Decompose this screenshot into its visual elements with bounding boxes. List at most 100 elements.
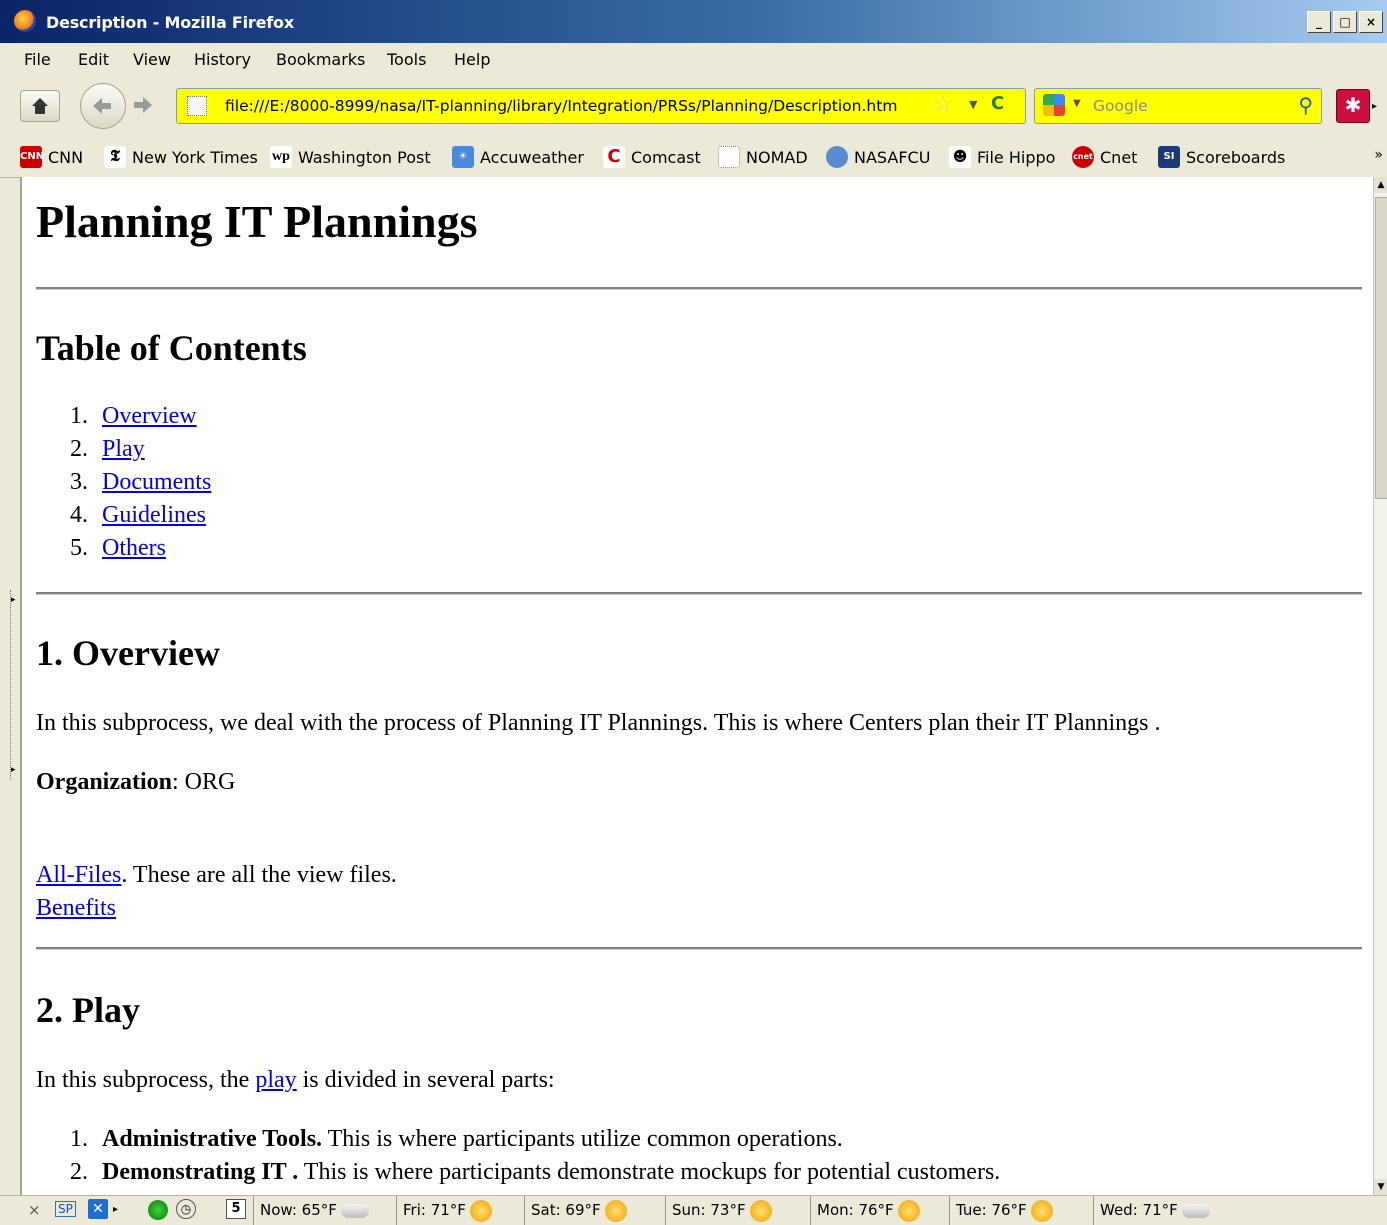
toc-link-others[interactable]: Others xyxy=(102,535,166,561)
weather-mon[interactable]: Mon: 76°F xyxy=(810,1196,920,1225)
xmarks-icon[interactable]: ✕ xyxy=(88,1199,108,1219)
sun-icon xyxy=(1030,1199,1053,1222)
reload-icon[interactable]: C xyxy=(991,93,1004,114)
toc-item: 3. Documents xyxy=(70,469,212,495)
search-input[interactable]: Google xyxy=(1093,97,1148,115)
forward-button[interactable] xyxy=(128,90,162,120)
toc-item: 1. Overview xyxy=(70,403,197,429)
bookmarks-overflow-icon[interactable]: » xyxy=(1374,147,1383,163)
vertical-scrollbar[interactable]: ▲ ▼ xyxy=(1373,177,1387,1195)
url-bar[interactable]: file:///E:/8000-8999/nasa/IT-planning/li… xyxy=(176,88,1026,124)
window-titlebar: Description - Mozilla Firefox _ □ × xyxy=(0,0,1387,43)
nomad-icon xyxy=(718,146,740,168)
home-button[interactable] xyxy=(20,90,60,122)
menu-tools[interactable]: Tools xyxy=(387,50,426,69)
engine-dropdown-icon[interactable]: ▼ xyxy=(1073,98,1081,109)
toc-link-play[interactable]: Play xyxy=(102,436,145,462)
addon-icon[interactable]: ✱ xyxy=(1336,89,1370,123)
bookmark-star-icon[interactable]: ☆ xyxy=(933,92,953,117)
page-content: Planning IT Plannings Table of Contents … xyxy=(20,177,1375,1195)
all-files-link[interactable]: All-Files xyxy=(36,862,121,888)
toc-list: 1. Overview 2. Play 3. Documents 4. Guidelin… xyxy=(70,403,211,568)
menu-file[interactable]: File xyxy=(24,50,51,69)
bookmark-nomad[interactable]: NOMAD xyxy=(718,146,808,168)
cloud-icon xyxy=(1181,1203,1210,1218)
back-arrow-icon xyxy=(93,98,111,114)
divider xyxy=(36,947,1362,950)
toc-link-documents[interactable]: Documents xyxy=(102,469,211,495)
toc-link-guidelines[interactable]: Guidelines xyxy=(102,502,206,528)
bookmark-scoreboards[interactable]: SI Scoreboards xyxy=(1158,146,1285,168)
scrollbar-thumb[interactable] xyxy=(1375,197,1387,499)
play-list: 1. Administrative Tools. This is where pa… xyxy=(70,1126,1000,1192)
cnet-icon: cnet xyxy=(1072,146,1094,168)
bookmark-file-hippo[interactable]: ☻ File Hippo xyxy=(949,146,1055,168)
menu-history[interactable]: History xyxy=(194,50,251,69)
bookmark-comcast[interactable]: C Comcast xyxy=(603,146,701,168)
weather-sun[interactable]: Sun: 73°F xyxy=(665,1196,772,1225)
weather-fri[interactable]: Fri: 71°F xyxy=(396,1196,492,1225)
minimize-button[interactable]: _ xyxy=(1307,11,1331,33)
weather-tue[interactable]: Tue: 76°F xyxy=(949,1196,1053,1225)
menu-bar: File Edit View History Bookmarks Tools H… xyxy=(0,43,1387,75)
bookmarks-toolbar: CNN CNN 𝕿 New York Times wp Washington Post… xyxy=(0,137,1387,178)
bookmark-new-york-times[interactable]: 𝕿 New York Times xyxy=(104,146,258,168)
maximize-button[interactable]: □ xyxy=(1333,11,1357,33)
page-title: Planning IT Plannings xyxy=(36,196,478,247)
bookmark-nasafcu[interactable]: NASAFCU xyxy=(826,146,930,168)
close-button[interactable]: × xyxy=(1359,11,1383,33)
weather-wed[interactable]: Wed: 71°F xyxy=(1093,1196,1210,1225)
menu-edit[interactable]: Edit xyxy=(78,50,109,69)
google-engine-icon[interactable] xyxy=(1043,94,1065,116)
xmarks-dropdown-icon[interactable]: ▸ xyxy=(113,1204,118,1215)
list-item: 1. Administrative Tools. This is where pa… xyxy=(70,1126,843,1152)
expand-arrow-icon: ▸ xyxy=(11,765,16,775)
menu-view[interactable]: View xyxy=(133,50,171,69)
bookmark-cnn[interactable]: CNN CNN xyxy=(20,146,83,168)
play-link[interactable]: play xyxy=(255,1067,296,1093)
benefits-link[interactable]: Benefits xyxy=(36,895,116,921)
home-icon xyxy=(32,98,48,114)
calendar-icon[interactable]: 5 xyxy=(226,1199,246,1219)
clock-icon[interactable]: ◷ xyxy=(176,1199,196,1219)
toc-item: 2. Play xyxy=(70,436,145,462)
bookmark-cnet[interactable]: cnet Cnet xyxy=(1072,146,1137,168)
list-item: 2. Demonstrating IT . This is where parti… xyxy=(70,1159,1001,1185)
all-files-line: All-Files. These are all the view files. xyxy=(36,862,397,888)
close-addon-bar-icon[interactable]: × xyxy=(28,1201,41,1219)
benefits-line: Benefits xyxy=(36,895,116,922)
sidebar-splitter[interactable]: ▸ ▸ xyxy=(10,590,19,780)
scroll-up-icon[interactable]: ▲ xyxy=(1374,177,1387,193)
bookmark-washington-post[interactable]: wp Washington Post xyxy=(270,146,431,168)
file-hippo-icon: ☻ xyxy=(949,146,971,168)
menu-bookmarks[interactable]: Bookmarks xyxy=(276,50,365,69)
sp-icon[interactable]: SP xyxy=(55,1201,76,1217)
divider xyxy=(36,592,1362,595)
site-identity-icon[interactable] xyxy=(187,96,207,116)
window-controls: _ □ × xyxy=(1307,11,1383,33)
forward-arrow-icon xyxy=(134,97,152,113)
expand-arrow-icon: ▸ xyxy=(11,595,16,605)
url-text[interactable]: file:///E:/8000-8999/nasa/IT-planning/li… xyxy=(225,97,897,115)
cloud-icon xyxy=(340,1203,369,1218)
sun-icon xyxy=(897,1199,920,1222)
nyt-icon: 𝕿 xyxy=(104,146,126,168)
weather-now[interactable]: Now: 65°F xyxy=(253,1196,369,1225)
scroll-down-icon[interactable]: ▼ xyxy=(1374,1179,1387,1195)
toc-link-overview[interactable]: Overview xyxy=(102,403,197,429)
si-icon: SI xyxy=(1158,146,1180,168)
play-heading: 2. Play xyxy=(36,990,140,1030)
menu-help[interactable]: Help xyxy=(454,50,490,69)
cnn-icon: CNN xyxy=(20,146,44,168)
url-dropdown-icon[interactable]: ▼ xyxy=(969,98,977,111)
back-button[interactable] xyxy=(80,83,126,129)
search-bar[interactable]: ▼ Google ⚲ xyxy=(1034,88,1322,124)
bookmark-accuweather[interactable]: ☀ Accuweather xyxy=(452,146,584,168)
addon-dropdown-icon[interactable]: ▸ xyxy=(1372,101,1377,112)
toc-item: 5. Others xyxy=(70,535,166,561)
green-status-icon[interactable] xyxy=(148,1200,168,1220)
window-title: Description - Mozilla Firefox xyxy=(46,13,294,32)
status-bar: × SP ✕ ▸ ◷ 5 Now: 65°F Fri: 71°F Sat: 69… xyxy=(0,1195,1387,1225)
weather-sat[interactable]: Sat: 69°F xyxy=(524,1196,627,1225)
search-icon[interactable]: ⚲ xyxy=(1298,93,1313,117)
